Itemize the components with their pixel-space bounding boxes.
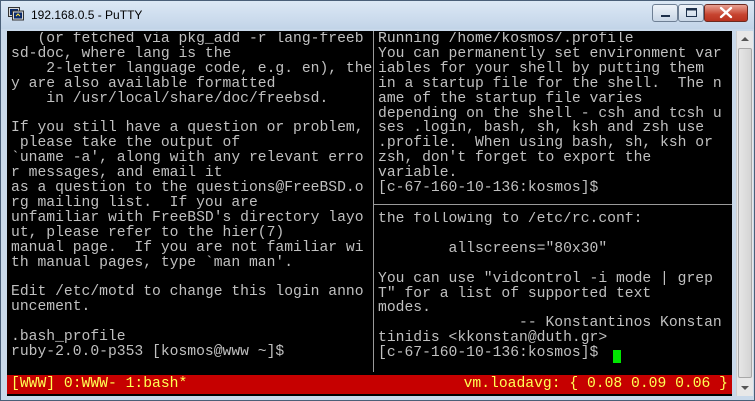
title-bar[interactable]: 192.168.0.5 - PuTTY	[1, 1, 754, 29]
terminal-pane-top-right[interactable]: Running /home/kosmos/.profile You can pe…	[378, 32, 732, 196]
maximize-icon	[686, 8, 697, 17]
minimize-button[interactable]	[652, 4, 678, 22]
status-loadavg: vm.loadavg: { 0.08 0.09 0.06 }	[463, 376, 728, 392]
putty-window: 192.168.0.5 - PuTTY (or fetched via pkg_…	[0, 0, 755, 401]
terminal-cursor	[613, 350, 621, 363]
terminal-pane-left[interactable]: (or fetched via pkg_add -r lang-freeb sd…	[11, 32, 373, 362]
scroll-down-icon[interactable]	[737, 380, 753, 396]
window-title: 192.168.0.5 - PuTTY	[31, 8, 143, 22]
pane-divider-horizontal	[374, 204, 732, 205]
putty-app-icon[interactable]	[8, 7, 24, 21]
minimize-icon	[661, 15, 670, 17]
scroll-up-icon[interactable]	[737, 31, 753, 47]
terminal-pane-bottom-right[interactable]: the following to /etc/rc.conf: allscreen…	[378, 212, 732, 364]
close-icon	[719, 6, 733, 19]
status-window-list[interactable]: [WWW] 0:WWW- 1:bash*	[11, 375, 187, 394]
close-button[interactable]	[704, 4, 748, 22]
terminal-area[interactable]: (or fetched via pkg_add -r lang-freeb sd…	[7, 31, 732, 396]
maximize-button[interactable]	[678, 4, 704, 22]
scrollbar-thumb[interactable]	[738, 48, 752, 378]
tmux-status-bar: [WWW] 0:WWW- 1:bash* vm.loadavg: { 0.08 …	[7, 375, 732, 394]
pane-divider-vertical	[373, 31, 374, 372]
vertical-scrollbar[interactable]	[736, 31, 753, 396]
